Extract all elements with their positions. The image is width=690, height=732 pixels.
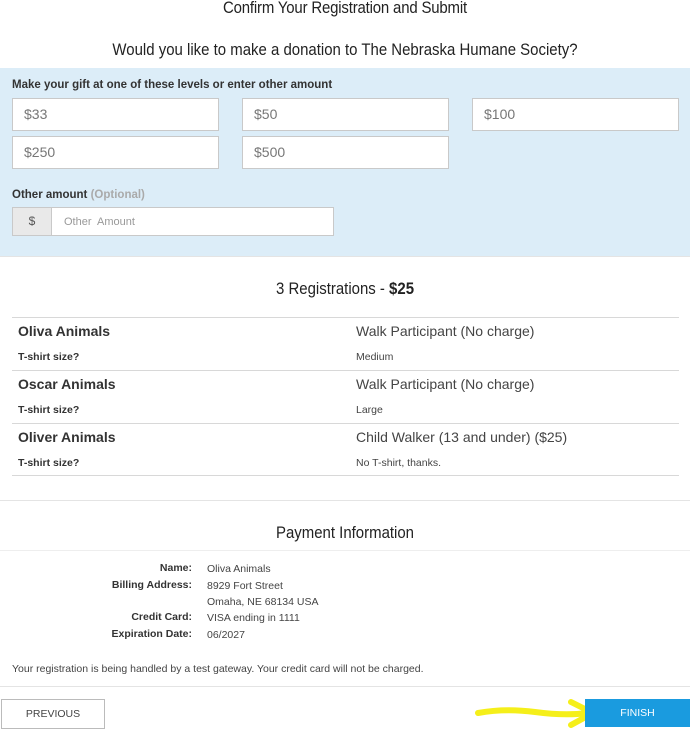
registrant-name: Oliva Animals <box>18 323 111 339</box>
donation-level-33[interactable]: $33 <box>12 98 219 131</box>
registrant-name: Oscar Animals <box>18 376 116 392</box>
registrations-count: 3 Registrations - <box>275 279 390 298</box>
donation-level-100[interactable]: $100 <box>472 98 679 131</box>
optional-tag: (Optional) <box>90 189 145 201</box>
gateway-note: Your registration is being handled by a … <box>12 663 424 675</box>
section-divider <box>0 550 690 551</box>
donation-level-500[interactable]: $500 <box>242 136 449 169</box>
registrations-heading: 3 Registrations - $25 <box>41 279 648 299</box>
expiration-date-label: Expiration Date: <box>111 628 192 640</box>
tshirt-size-value: Medium <box>356 351 394 363</box>
registrations-total: $25 <box>389 279 415 298</box>
payment-heading: Payment Information <box>275 523 415 542</box>
payment-row-name: Name: Oliva Animals <box>0 562 690 579</box>
tshirt-size-value: Large <box>356 404 383 416</box>
donation-panel: Make your gift at one of these levels or… <box>0 68 690 256</box>
previous-button[interactable]: PREVIOUS <box>1 699 105 729</box>
section-divider <box>0 686 690 687</box>
billing-address-value: 8929 Fort Street Omaha, NE 68134 USA <box>207 579 318 610</box>
name-value: Oliva Animals <box>207 563 271 575</box>
payment-summary: Name: Oliva Animals Billing Address: 892… <box>0 562 690 645</box>
donation-levels-heading: Make your gift at one of these levels or… <box>12 79 333 91</box>
billing-address-label: Billing Address: <box>111 579 192 591</box>
tshirt-size-label: T-shirt size? <box>18 351 80 363</box>
credit-card-label: Credit Card: <box>131 611 192 623</box>
registration-type: Walk Participant (No charge) <box>356 323 535 339</box>
page-title: Confirm Your Registration and Submit <box>223 0 467 17</box>
table-row: Oliver Animals Child Walker (13 and unde… <box>12 423 679 476</box>
registrant-name: Oliver Animals <box>18 429 116 445</box>
other-amount-group: $ <box>12 207 334 236</box>
section-divider <box>0 256 690 257</box>
payment-row-billing: Billing Address: 8929 Fort Street Omaha,… <box>0 579 690 611</box>
registrations-table: Oliva Animals Walk Participant (No charg… <box>12 317 679 476</box>
other-amount-label: Other amount (Optional) <box>12 189 145 201</box>
billing-address-line2: Omaha, NE 68134 USA <box>207 595 319 608</box>
donation-level-50[interactable]: $50 <box>242 98 449 131</box>
section-divider <box>0 500 690 501</box>
payment-row-expiration: Expiration Date: 06/2027 <box>0 628 690 645</box>
table-row: Oscar Animals Walk Participant (No charg… <box>12 370 679 423</box>
tshirt-size-label: T-shirt size? <box>18 404 80 416</box>
tshirt-size-label: T-shirt size? <box>18 457 80 469</box>
credit-card-value: VISA ending in 1111 <box>207 612 300 624</box>
registration-type: Child Walker (13 and under) ($25) <box>356 429 568 445</box>
table-row: Oliva Animals Walk Participant (No charg… <box>12 317 679 370</box>
name-label: Name: <box>159 562 192 574</box>
billing-address-line1: 8929 Fort Street <box>207 580 283 592</box>
other-amount-input[interactable] <box>52 208 333 235</box>
payment-row-card: Credit Card: VISA ending in 1111 <box>0 611 690 628</box>
finish-button[interactable]: FINISH <box>585 699 690 727</box>
registration-type: Walk Participant (No charge) <box>356 376 535 392</box>
donation-question: Would you like to make a donation to The… <box>112 40 578 59</box>
currency-addon: $ <box>13 208 52 235</box>
donation-level-250[interactable]: $250 <box>12 136 219 169</box>
other-amount-label-text: Other amount <box>12 189 88 201</box>
tshirt-size-value: No T-shirt, thanks. <box>356 457 442 469</box>
expiration-date-value: 06/2027 <box>207 629 245 641</box>
